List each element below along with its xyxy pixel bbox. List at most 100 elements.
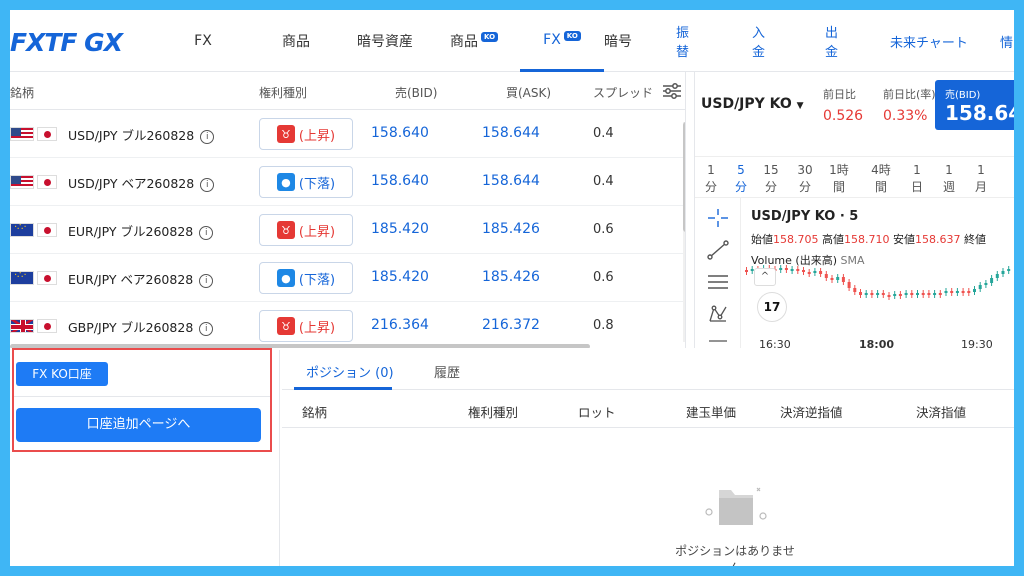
info-link[interactable]: 情 — [1000, 32, 1013, 51]
jp-flag-icon — [37, 319, 57, 333]
x-axis-label: 18:00 — [859, 338, 895, 348]
candle — [784, 268, 788, 270]
bid-price[interactable]: 216.364 — [371, 317, 429, 333]
table-row[interactable]: EUR/JPY ブル260828i ♉(上昇) 185.420 185.426 … — [10, 206, 685, 254]
tab-crypto[interactable]: 暗号資産 — [342, 10, 428, 72]
eu-flag-icon — [10, 271, 34, 285]
tradingview-logo[interactable]: 17 — [757, 292, 787, 322]
timeframe-option[interactable]: 5分 — [729, 162, 753, 196]
candlestick-chart[interactable] — [741, 242, 1014, 334]
tab-positions[interactable]: ポジション (0) — [306, 362, 394, 381]
table-row[interactable]: USD/JPY ブル260828 i ♉ (上昇) 158.640 158.644 … — [10, 110, 685, 158]
table-header: 銘柄 権利種別 売(BID) 買(ASK) スプレッド — [10, 72, 685, 110]
filter-settings-icon[interactable] — [662, 82, 682, 100]
measure-icon[interactable] — [707, 336, 729, 348]
symbol-name: USD/JPY ベア260828 i — [68, 173, 215, 193]
deposit-link[interactable]: 入金 — [752, 22, 765, 60]
tab-history[interactable]: 履歴 — [434, 362, 460, 381]
timeframe-option[interactable]: 1月 — [969, 162, 993, 196]
info-icon[interactable]: i — [199, 274, 214, 288]
timeframe-option[interactable]: 15 分 — [759, 162, 783, 196]
trend-line-icon[interactable] — [707, 240, 729, 260]
currency-flags — [10, 271, 57, 285]
col-bid: 売(BID) — [395, 86, 438, 100]
price-table: 銘柄 権利種別 売(BID) 買(ASK) スプレッド USD/JPY ブル26… — [10, 72, 686, 348]
info-icon[interactable]: i — [200, 130, 215, 144]
spread-value: 0.8 — [593, 318, 614, 333]
candle — [819, 271, 823, 274]
bid-price[interactable]: 158.640 — [371, 173, 429, 189]
withdraw-link[interactable]: 出金 — [825, 22, 838, 60]
jp-flag-icon — [37, 223, 57, 237]
timeframe-selector: 1 分 5 分 15 分 30 分 1時間 4時間 1 日 1 週 1 月 — [695, 156, 1014, 198]
bull-icon: ♉ — [276, 125, 295, 143]
col-spread: スプレッド — [593, 86, 654, 100]
horizontal-lines-icon[interactable] — [707, 272, 729, 292]
bear-type-button[interactable]: ● (下落) — [259, 166, 353, 198]
jp-flag-icon — [37, 271, 57, 285]
ask-price[interactable]: 185.426 — [482, 269, 540, 285]
tab-fx[interactable]: FX — [168, 10, 238, 72]
timeframe-option[interactable]: 1時間 — [827, 162, 851, 196]
table-row[interactable]: GBP/JPY ブル260828 i ♉ (上昇) 216.364 216.372 … — [10, 302, 685, 348]
table-row[interactable]: USD/JPY ベア260828 i ● (下落) 158.640 158.644 … — [10, 158, 685, 206]
tab-fx-ko[interactable]: FX KO — [520, 10, 604, 72]
timeframe-option[interactable]: 4時間 — [869, 162, 893, 196]
future-chart-link[interactable]: 未来チャート — [890, 32, 968, 51]
candle — [841, 277, 845, 282]
ask-price[interactable]: 158.644 — [482, 125, 540, 141]
product-tabs: FX 商品 暗号資産 商品 KO FX KO 暗号 — [194, 10, 634, 72]
ask-price[interactable]: 158.644 — [482, 173, 540, 189]
timeframe-option[interactable]: 1分 — [699, 162, 723, 196]
transfer-link[interactable]: 振替 — [676, 22, 689, 60]
positions-panel: ポジション (0) 履歴 銘柄 権利種別 ロット 建玉単価 決済逆指値 決済指値… — [282, 350, 1014, 566]
info-icon[interactable]: i — [200, 178, 215, 192]
candle — [779, 268, 783, 270]
ask-price[interactable]: 216.372 — [482, 317, 540, 333]
candle — [944, 291, 948, 293]
scroll-thumb[interactable] — [683, 122, 685, 232]
candle — [893, 294, 897, 296]
candle — [790, 269, 794, 271]
bull-type-button[interactable]: ♉ (上昇) — [259, 118, 353, 150]
bull-type-button[interactable]: ♉ (上昇) — [259, 310, 353, 342]
timeframe-option[interactable]: 1週 — [937, 162, 961, 196]
ko-badge: KO — [563, 30, 581, 41]
pair-select[interactable]: USD/JPY KO ▼ — [701, 96, 804, 112]
timeframe-option[interactable]: 30 分 — [793, 162, 817, 196]
us-flag-icon — [10, 175, 34, 189]
bear-icon: ● — [276, 269, 295, 287]
ko-badge: KO — [480, 32, 499, 42]
symbol-name: USD/JPY ブル260828 i — [68, 125, 215, 145]
candle — [864, 293, 868, 295]
brand-logo[interactable]: FXTF GX — [10, 28, 123, 57]
tab-commodity[interactable]: 商品 — [250, 10, 342, 72]
tab-commodity-ko[interactable]: 商品 KO — [428, 10, 520, 72]
table-row[interactable]: EUR/JPY ベア260828i ●(下落) 185.420 185.426 … — [10, 254, 685, 302]
info-icon[interactable]: i — [199, 226, 214, 240]
bear-type-button[interactable]: ● (下落) — [259, 262, 353, 294]
bid-price[interactable]: 185.420 — [371, 269, 429, 285]
candle — [973, 289, 976, 292]
spread-value: 0.4 — [593, 126, 614, 141]
table-vertical-scrollbar[interactable] — [683, 122, 685, 342]
tab-crypto-ko[interactable]: 暗号 — [604, 10, 634, 72]
symbol-name: EUR/JPY ベア260828 i — [68, 269, 214, 289]
candle — [933, 293, 937, 295]
col-type: 権利種別 — [259, 86, 308, 100]
jp-flag-icon — [37, 175, 57, 189]
bid-price[interactable]: 185.420 — [371, 221, 429, 237]
bid-price[interactable]: 158.640 — [371, 125, 429, 141]
candle — [745, 270, 748, 272]
info-icon[interactable]: i — [199, 322, 214, 336]
candle — [859, 292, 862, 295]
collapse-legend-button[interactable]: ^ — [754, 268, 776, 286]
timeframe-option[interactable]: 1日 — [905, 162, 929, 196]
candle — [881, 293, 885, 295]
sell-bid-box[interactable]: 売(BID) 158.64 — [935, 80, 1014, 130]
pattern-icon[interactable] — [707, 304, 729, 324]
bull-type-button[interactable]: ♉ (上昇) — [259, 214, 353, 246]
positions-table-header: 銘柄 権利種別 ロット 建玉単価 決済逆指値 決済指値 — [282, 390, 1014, 428]
ask-price[interactable]: 185.426 — [482, 221, 540, 237]
crosshair-icon[interactable] — [707, 208, 729, 228]
